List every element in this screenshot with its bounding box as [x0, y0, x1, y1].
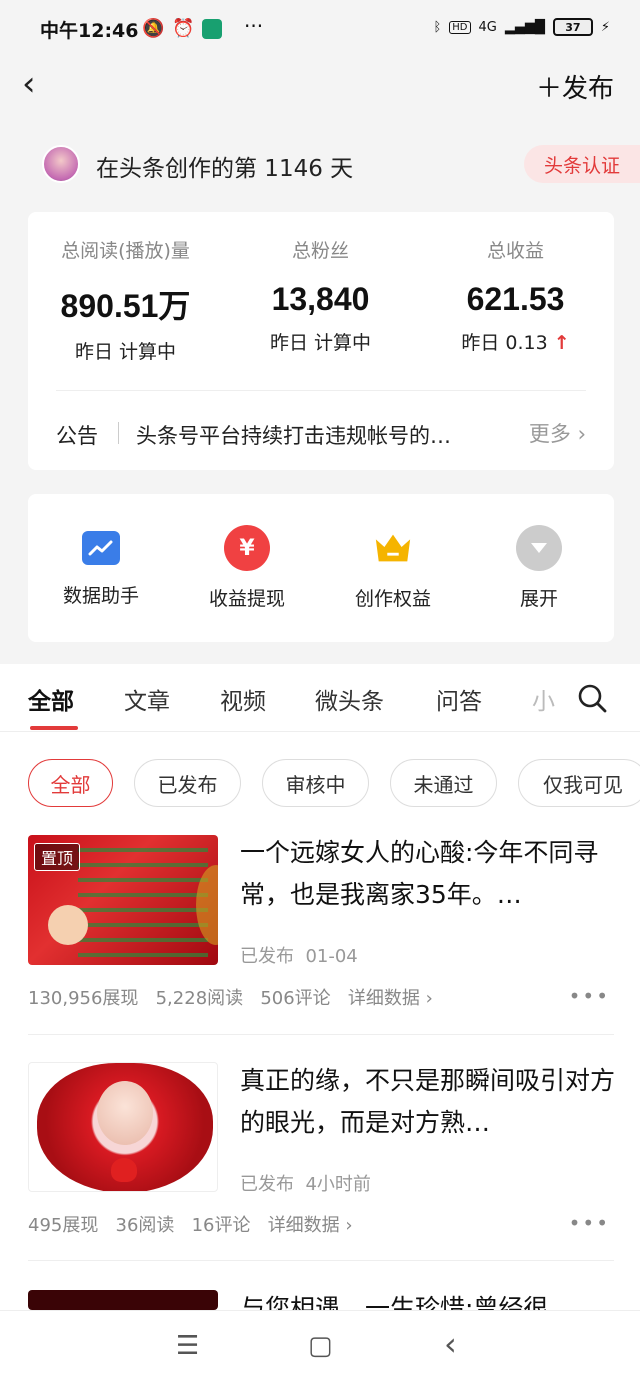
- app-notification-icon: [202, 19, 222, 39]
- post-impressions: 130,956展现: [28, 988, 139, 1009]
- trend-up-icon: ↑: [553, 332, 570, 354]
- status-bar: 中午12:46 🔕 ⏰ ··· ᛒ HD 4G ▂▄▆█ 37 ⚡: [0, 0, 640, 58]
- filter-published[interactable]: 已发布: [134, 759, 241, 807]
- chart-icon: [82, 531, 120, 565]
- tool-label: 数据助手: [62, 585, 139, 607]
- post-status: 已发布: [240, 1174, 294, 1195]
- tool-creator-benefits[interactable]: 创作权益: [320, 528, 466, 611]
- post-reads: 36阅读: [115, 1215, 175, 1236]
- divider: [118, 422, 119, 444]
- more-options-icon[interactable]: •••: [569, 1211, 610, 1235]
- home-icon[interactable]: ▢: [308, 1331, 333, 1361]
- divider: [56, 390, 586, 391]
- tool-label: 展开: [519, 588, 558, 610]
- stats-card: 总阅读(播放)量 890.51万 昨日 计算中 总粉丝 13,840 昨日 计算…: [28, 212, 614, 470]
- post-thumbnail[interactable]: 置顶: [28, 835, 218, 965]
- tool-label: 收益提现: [208, 588, 285, 610]
- search-icon[interactable]: [576, 682, 608, 718]
- more-notifications-icon: ···: [244, 14, 264, 38]
- battery-icon: 37: [552, 18, 593, 36]
- post-title[interactable]: 与您相遇，一生珍惜;曾经很: [240, 1288, 620, 1310]
- tab-more[interactable]: 小: [532, 682, 555, 716]
- pinned-badge: 置顶: [34, 843, 81, 871]
- filter-reviewing[interactable]: 审核中: [262, 759, 369, 807]
- notice-label: 公告: [56, 424, 98, 448]
- status-time: 中午12:46: [40, 20, 139, 42]
- filter-private[interactable]: 仅我可见: [518, 759, 640, 807]
- tab-micro-posts[interactable]: 微头条: [315, 682, 384, 716]
- divider: [0, 731, 640, 732]
- post-time: 4小时前: [305, 1174, 371, 1195]
- post-comments: 16评论: [191, 1215, 251, 1236]
- post-comments: 506评论: [260, 988, 331, 1009]
- post-title[interactable]: 真正的缘，不只是那瞬间吸引对方的眼光，而是对方熟…: [240, 1060, 620, 1144]
- tools-card: 数据助手 ¥ 收益提现 创作权益 展开: [28, 494, 614, 642]
- system-nav-bar: ☰ ▢ ‹: [0, 1310, 640, 1387]
- tool-expand[interactable]: 展开: [466, 525, 612, 611]
- certification-button[interactable]: 头条认证: [523, 145, 640, 183]
- mute-icon: 🔕: [142, 18, 165, 39]
- stat-label: 总阅读(播放)量: [61, 240, 190, 262]
- content-tabs: 全部 文章 视频 微头条 问答 小: [0, 666, 640, 730]
- post-thumbnail[interactable]: [28, 1290, 218, 1310]
- post-detail-link[interactable]: 详细数据 ›: [268, 1215, 353, 1236]
- avatar[interactable]: [42, 145, 80, 183]
- stat-total-fans[interactable]: 总粉丝 13,840 昨日 计算中: [223, 236, 418, 355]
- stat-label: 总粉丝: [291, 240, 349, 262]
- stat-total-income[interactable]: 总收益 621.53 昨日 0.13 ↑: [418, 236, 613, 355]
- stat-value: 890.51万: [60, 288, 191, 324]
- tab-articles[interactable]: 文章: [124, 682, 170, 716]
- network-label: 4G: [478, 19, 497, 35]
- tool-income-withdraw[interactable]: ¥ 收益提现: [174, 525, 320, 611]
- tab-videos[interactable]: 视频: [220, 682, 266, 716]
- back-button[interactable]: ‹: [22, 64, 36, 104]
- more-options-icon[interactable]: •••: [569, 984, 610, 1008]
- hd-icon: HD: [449, 20, 471, 34]
- bluetooth-icon: ᛒ: [433, 19, 442, 35]
- post-time: 01-04: [305, 946, 358, 967]
- back-nav-icon[interactable]: ‹: [444, 1325, 457, 1363]
- divider: [28, 1034, 614, 1035]
- tab-underline: [30, 726, 78, 730]
- filter-rejected[interactable]: 未通过: [390, 759, 497, 807]
- stat-sub: 昨日 计算中: [269, 332, 372, 354]
- divider: [28, 1260, 614, 1261]
- tab-all[interactable]: 全部: [28, 682, 74, 716]
- post-reads: 5,228阅读: [155, 988, 244, 1009]
- crown-icon: [373, 528, 413, 568]
- creation-days: 在头条创作的第 1146 天: [96, 156, 354, 182]
- notice-text[interactable]: 头条号平台持续打击违规帐号的…: [136, 420, 496, 450]
- post-thumbnail[interactable]: [28, 1062, 218, 1192]
- expand-icon: [516, 525, 562, 571]
- yuan-icon: ¥: [224, 525, 270, 571]
- notice-more-link[interactable]: 更多 ›: [529, 418, 586, 448]
- post-detail-link[interactable]: 详细数据 ›: [348, 988, 433, 1009]
- tool-data-assistant[interactable]: 数据助手: [28, 528, 174, 608]
- stat-value: 13,840: [271, 281, 370, 317]
- stat-sub: 昨日 0.13: [461, 332, 548, 354]
- stat-label: 总收益: [486, 240, 544, 262]
- stat-total-reads[interactable]: 总阅读(播放)量 890.51万 昨日 计算中: [28, 236, 223, 364]
- post-status: 已发布: [240, 946, 294, 967]
- post-impressions: 495展现: [28, 1215, 99, 1236]
- tab-qa[interactable]: 问答: [436, 682, 482, 716]
- menu-icon[interactable]: ☰: [176, 1331, 199, 1361]
- charging-icon: ⚡: [600, 19, 610, 35]
- publish-button[interactable]: ＋发布: [536, 68, 614, 105]
- stat-value: 621.53: [466, 281, 565, 317]
- filter-all[interactable]: 全部: [28, 759, 113, 807]
- post-title[interactable]: 一个远嫁女人的心酸:今年不同寻常，也是我离家35年。…: [240, 832, 620, 916]
- stat-sub: 昨日 计算中: [74, 341, 177, 363]
- signal-icon: ▂▄▆█: [504, 19, 545, 35]
- alarm-icon: ⏰: [172, 18, 195, 39]
- tool-label: 创作权益: [354, 588, 431, 610]
